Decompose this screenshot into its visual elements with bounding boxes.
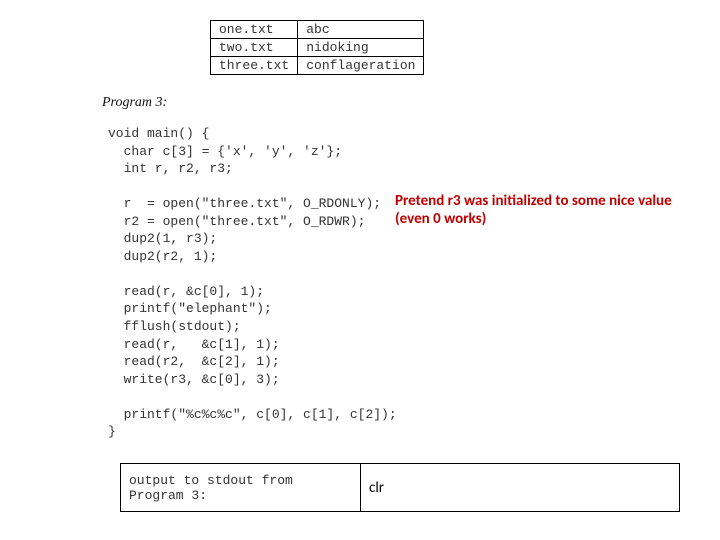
table-row: one.txt abc xyxy=(211,21,424,39)
table-row: output to stdout from Program 3: clr xyxy=(121,464,680,512)
file-content-cell: nidoking xyxy=(298,39,424,57)
table-row: two.txt nidoking xyxy=(211,39,424,57)
file-name-cell: three.txt xyxy=(211,57,298,75)
annotation-text: Pretend r3 was initialized to some nice … xyxy=(395,192,695,228)
file-content-cell: conflageration xyxy=(298,57,424,75)
output-label: output to stdout from Program 3: xyxy=(121,464,361,512)
table-row: three.txt conflageration xyxy=(211,57,424,75)
file-content-cell: abc xyxy=(298,21,424,39)
file-name-cell: one.txt xyxy=(211,21,298,39)
file-name-cell: two.txt xyxy=(211,39,298,57)
output-answer: clr xyxy=(361,464,680,512)
output-table: output to stdout from Program 3: clr xyxy=(120,463,680,512)
program-label: Program 3: xyxy=(102,95,167,111)
code-block: void main() { char c[3] = {'x', 'y', 'z'… xyxy=(108,125,397,441)
file-contents-table: one.txt abc two.txt nidoking three.txt c… xyxy=(210,20,424,75)
